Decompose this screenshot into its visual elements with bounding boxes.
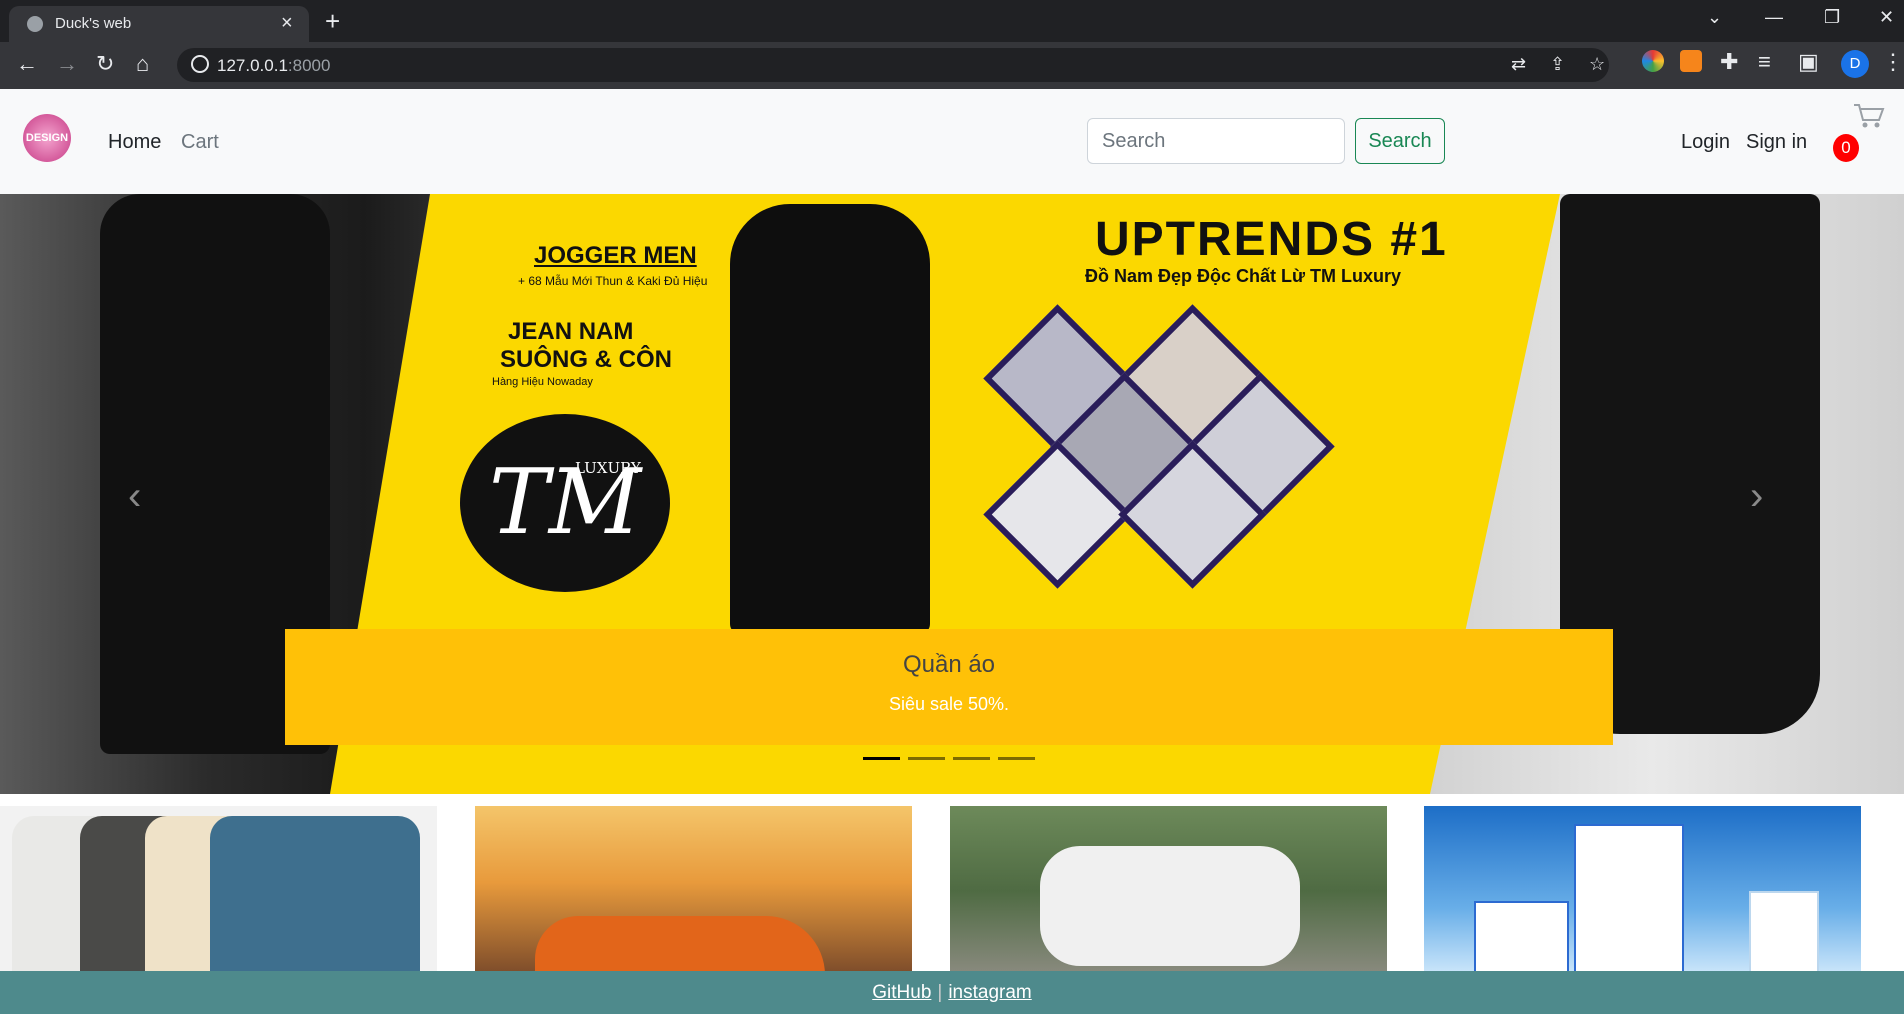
site-footer: GitHub | instagram bbox=[0, 971, 1904, 1014]
new-tab-icon[interactable]: + bbox=[325, 6, 340, 37]
cart-count-badge: 0 bbox=[1833, 134, 1859, 162]
tab-search-icon[interactable]: ⌄ bbox=[1707, 7, 1722, 28]
sports-car bbox=[535, 916, 825, 976]
profile-avatar[interactable]: D bbox=[1841, 50, 1869, 78]
caption-text: Siêu sale 50%. bbox=[888, 694, 1010, 714]
site-navbar: DESIGN Home Cart Search Login Sign in 0 bbox=[0, 89, 1904, 194]
restore-icon[interactable]: ❐ bbox=[1824, 7, 1840, 28]
browser-toolbar: ← → ↻ ⌂ 127.0.0.1:8000 ⇄ ⇪ ☆ ✚ ≡ ▣ D ⋮ bbox=[0, 42, 1904, 89]
uptrends-subheadline: Đồ Nam Đẹp Độc Chất Lừ TM Luxury bbox=[1085, 266, 1402, 286]
back-icon[interactable]: ← bbox=[16, 51, 38, 77]
carousel-indicator[interactable] bbox=[953, 757, 990, 760]
uptrends-headline: UPTRENDS #1 bbox=[1095, 213, 1448, 266]
milk-glass bbox=[1749, 891, 1819, 976]
phone-pacific-blue bbox=[210, 816, 420, 976]
jogger-title: JOGGER MEN bbox=[534, 242, 697, 269]
carousel-indicator[interactable] bbox=[863, 757, 900, 760]
address-bar[interactable]: 127.0.0.1:8000 ⇄ ⇪ ☆ bbox=[177, 48, 1609, 82]
product-image-iphone[interactable] bbox=[0, 806, 437, 976]
home-icon[interactable]: ⌂ bbox=[136, 51, 149, 77]
browser-tab-bar: Duck's web × + ⌄ — ❐ ✕ bbox=[0, 0, 1904, 42]
nav-cart-link[interactable]: Cart bbox=[181, 131, 219, 154]
share-icon[interactable]: ⇪ bbox=[1550, 54, 1565, 75]
bookmark-star-icon[interactable]: ☆ bbox=[1589, 54, 1605, 75]
brand-logo[interactable]: DESIGN bbox=[23, 114, 71, 162]
close-tab-icon[interactable]: × bbox=[281, 12, 293, 35]
browser-menu-icon[interactable]: ⋮ bbox=[1882, 49, 1904, 75]
tab-title: Duck's web bbox=[55, 15, 132, 32]
instagram-link[interactable]: instagram bbox=[948, 982, 1031, 1003]
media-queue-icon[interactable]: ≡ bbox=[1758, 49, 1771, 75]
extensions-puzzle-icon[interactable]: ✚ bbox=[1720, 49, 1738, 75]
search-button[interactable]: Search bbox=[1355, 118, 1445, 164]
url-port: :8000 bbox=[287, 56, 331, 75]
search-input[interactable] bbox=[1087, 118, 1345, 164]
center-model-figure bbox=[730, 204, 930, 634]
carousel-next-icon[interactable]: › bbox=[1750, 474, 1763, 519]
site-info-icon[interactable] bbox=[191, 55, 209, 73]
close-window-icon[interactable]: ✕ bbox=[1879, 7, 1894, 28]
browser-tab[interactable]: Duck's web × bbox=[9, 6, 309, 42]
product-image-milk[interactable] bbox=[1424, 806, 1861, 976]
url-text: 127.0.0.1:8000 bbox=[217, 56, 330, 76]
extension-color-icon[interactable] bbox=[1642, 50, 1664, 72]
caption-title: Quần áo bbox=[902, 651, 996, 678]
carousel-caption: Quần áo Siêu sale 50%. bbox=[285, 629, 1613, 745]
signin-link[interactable]: Sign in bbox=[1746, 131, 1807, 154]
side-panel-icon[interactable]: ▣ bbox=[1798, 49, 1819, 75]
carousel-indicator[interactable] bbox=[908, 757, 945, 760]
tm-luxury-text: LUXURY bbox=[575, 459, 641, 477]
jogger-subtitle: + 68 Mẫu Mới Thun & Kaki Đủ Hiệu bbox=[518, 274, 708, 288]
forward-icon[interactable]: → bbox=[56, 51, 78, 77]
github-link[interactable]: GitHub bbox=[872, 982, 931, 1003]
nav-home-link[interactable]: Home bbox=[108, 131, 161, 154]
carousel-prev-icon[interactable]: ‹ bbox=[128, 474, 141, 519]
milk-carton-small bbox=[1474, 901, 1569, 976]
carousel-indicator[interactable] bbox=[998, 757, 1035, 760]
minimize-icon[interactable]: — bbox=[1765, 7, 1783, 28]
metamask-fox-icon[interactable] bbox=[1680, 50, 1702, 72]
hero-carousel[interactable]: JOGGER MEN + 68 Mẫu Mới Thun & Kaki Đủ H… bbox=[0, 194, 1904, 794]
reload-icon[interactable]: ↻ bbox=[96, 51, 114, 77]
jean-title-line2: SUÔNG & CÔN bbox=[500, 346, 673, 373]
url-host: 127.0.0.1 bbox=[217, 56, 288, 75]
product-image-motorbike[interactable] bbox=[950, 806, 1387, 976]
globe-icon bbox=[27, 16, 43, 32]
shopping-cart-icon[interactable] bbox=[1853, 103, 1885, 129]
milk-carton-large bbox=[1574, 824, 1684, 974]
product-image-car[interactable] bbox=[475, 806, 912, 976]
login-link[interactable]: Login bbox=[1681, 131, 1730, 154]
tm-luxury-logo: TM bbox=[460, 414, 670, 592]
translate-icon[interactable]: ⇄ bbox=[1511, 54, 1526, 75]
jean-title-line1: JEAN NAM bbox=[508, 318, 634, 345]
footer-separator: | bbox=[937, 982, 943, 1003]
jean-subtitle: Hàng Hiệu Nowaday bbox=[492, 376, 593, 388]
motorbike bbox=[1040, 846, 1300, 966]
